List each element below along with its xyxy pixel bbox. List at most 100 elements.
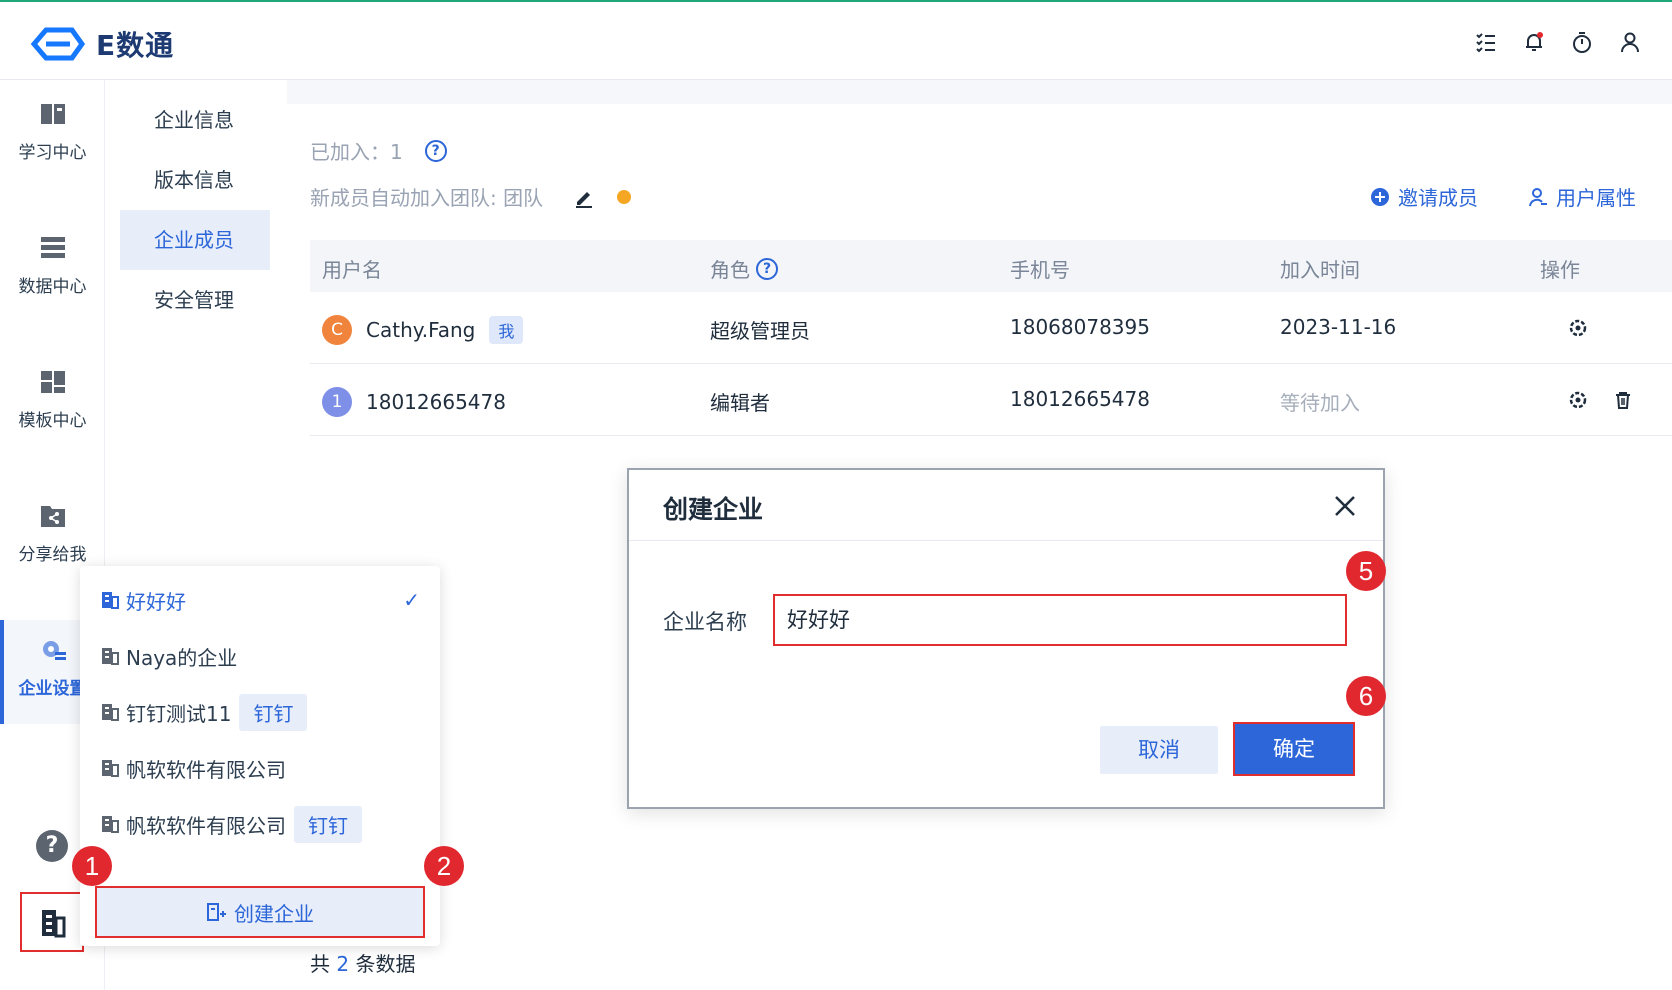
auto-join-setting: 新成员自动加入团队: 团队 (310, 182, 632, 211)
share-icon (40, 506, 65, 527)
enterprise-option[interactable]: 帆软软件有限公司 钉钉 (100, 804, 420, 844)
joined-text: 已加入：1 (310, 140, 403, 164)
timer-icon[interactable] (1570, 30, 1594, 54)
column-header-actions: 操作 (1540, 258, 1580, 282)
logo-mark-icon (30, 27, 86, 61)
rail-item-label: 学习中心 (18, 143, 87, 163)
step-marker-2: 2 (424, 846, 464, 886)
user-attributes-label: 用户属性 (1556, 186, 1636, 210)
member-role: 超级管理员 (710, 319, 810, 343)
create-enterprise-label: 创建企业 (234, 901, 314, 926)
gear-icon[interactable] (1568, 390, 1588, 410)
rail-item-templates[interactable]: 模板中心 (0, 368, 105, 431)
enterprise-option-label: Naya的企业 (126, 645, 238, 670)
table-row: C Cathy.Fang 我 超级管理员 18068078395 2023-11… (310, 292, 1672, 364)
plus-circle-icon (1371, 187, 1389, 206)
check-icon: ✓ (403, 588, 420, 612)
enterprise-option[interactable]: Naya的企业 (100, 636, 420, 676)
rail-item-data[interactable]: 数据中心 (0, 234, 105, 297)
template-icon (40, 371, 65, 393)
column-header-username: 用户名 (322, 258, 382, 282)
enterprise-name-input[interactable]: 好好好 (773, 594, 1347, 646)
help-button[interactable]: ? (36, 830, 68, 862)
column-header-joined: 加入时间 (1280, 258, 1360, 282)
total-count-number: 2 (336, 952, 350, 976)
enterprise-option[interactable]: 好好好 ✓ (100, 580, 420, 620)
enterprise-option-label: 帆软软件有限公司 (126, 813, 286, 838)
role-help-icon[interactable]: ? (756, 257, 778, 280)
enterprise-switcher-popover: 好好好 ✓ Naya的企业 钉钉测试11 钉钉 帆软软件有限公司 帆软软件有限公… (80, 566, 440, 946)
member-name-cell: 1 18012665478 (322, 387, 506, 417)
list-check-icon[interactable] (1474, 30, 1498, 54)
subnav-item-enterprise-info[interactable]: 企业信息 (120, 90, 270, 150)
avatar: 1 (322, 387, 352, 417)
database-icon (40, 237, 65, 258)
close-icon[interactable] (1331, 492, 1359, 520)
rail-item-label: 数据中心 (18, 277, 87, 297)
brand-name: E数通 (96, 29, 175, 62)
me-badge: 我 (489, 316, 524, 344)
building-icon (102, 648, 119, 665)
enterprise-option-label: 钉钉测试11 (126, 701, 232, 726)
enterprise-name-label: 企业名称 (663, 610, 747, 634)
subnav-item-security[interactable]: 安全管理 (120, 270, 270, 330)
members-table-header: 用户名 角色? 手机号 加入时间 操作 (310, 240, 1672, 292)
book-icon (40, 104, 65, 124)
create-enterprise-dialog: 创建企业 企业名称 好好好 取消 确定 (627, 468, 1385, 809)
column-header-role: 角色? (710, 254, 778, 283)
brand-logo[interactable]: E数通 (28, 24, 174, 64)
building-icon (42, 910, 66, 938)
enterprise-option[interactable]: 帆软软件有限公司 (100, 748, 420, 788)
joined-count: 已加入：1 ? (310, 136, 447, 165)
status-dot (617, 189, 632, 204)
member-name: Cathy.Fang (366, 318, 476, 342)
gear-icon[interactable] (1568, 318, 1588, 338)
user-attributes-button[interactable]: 用户属性 (1528, 182, 1636, 211)
member-role: 编辑者 (710, 391, 770, 415)
rail-item-label: 分享给我 (18, 545, 87, 565)
dialog-divider (629, 540, 1383, 541)
bell-icon[interactable] (1522, 30, 1546, 54)
member-phone: 18012665478 (1010, 387, 1150, 411)
subnav-item-members[interactable]: 企业成员 (120, 210, 270, 270)
subnav-item-version-info[interactable]: 版本信息 (120, 150, 270, 210)
enterprise-option-label: 好好好 (126, 589, 186, 614)
user-icon[interactable] (1618, 30, 1642, 54)
rail-item-label: 企业设置 (18, 679, 87, 699)
rail-item-label: 模板中心 (18, 411, 87, 431)
user-attr-icon (1529, 187, 1547, 206)
edit-icon[interactable] (573, 186, 595, 208)
avatar: C (322, 315, 352, 345)
column-header-phone: 手机号 (1010, 258, 1070, 282)
building-icon (102, 704, 119, 721)
member-joined-date: 2023-11-16 (1280, 315, 1397, 339)
building-icon (102, 816, 119, 833)
step-marker-5: 5 (1346, 551, 1386, 591)
create-building-icon (207, 903, 226, 921)
step-marker-6: 6 (1346, 676, 1386, 716)
invite-member-label: 邀请成员 (1398, 186, 1478, 210)
enterprise-option-label: 帆软软件有限公司 (126, 757, 286, 782)
dialog-title: 创建企业 (663, 495, 764, 524)
trash-icon[interactable] (1613, 390, 1633, 410)
total-count: 共 2 条数据 (310, 952, 416, 976)
step-marker-1: 1 (72, 846, 112, 886)
auto-join-text: 新成员自动加入团队: 团队 (310, 186, 544, 210)
create-enterprise-button[interactable]: 创建企业 (95, 886, 425, 938)
confirm-button[interactable]: 确定 (1233, 722, 1355, 776)
member-name: 18012665478 (366, 390, 506, 414)
enterprise-switcher-button[interactable] (20, 892, 84, 952)
cancel-button[interactable]: 取消 (1100, 726, 1218, 774)
help-circle-icon[interactable]: ? (424, 139, 447, 162)
dingtalk-tag: 钉钉 (239, 693, 308, 731)
building-icon (102, 592, 119, 609)
dingtalk-tag: 钉钉 (294, 805, 362, 843)
member-phone: 18068078395 (1010, 315, 1150, 339)
enterprise-settings-icon (42, 641, 66, 660)
building-icon (102, 760, 119, 777)
rail-item-learning[interactable]: 学习中心 (0, 100, 105, 163)
invite-member-button[interactable]: 邀请成员 (1370, 182, 1478, 211)
enterprise-option[interactable]: 钉钉测试11 钉钉 (100, 692, 420, 732)
member-name-cell: C Cathy.Fang 我 (322, 315, 524, 345)
rail-item-shared[interactable]: 分享给我 (0, 502, 105, 565)
